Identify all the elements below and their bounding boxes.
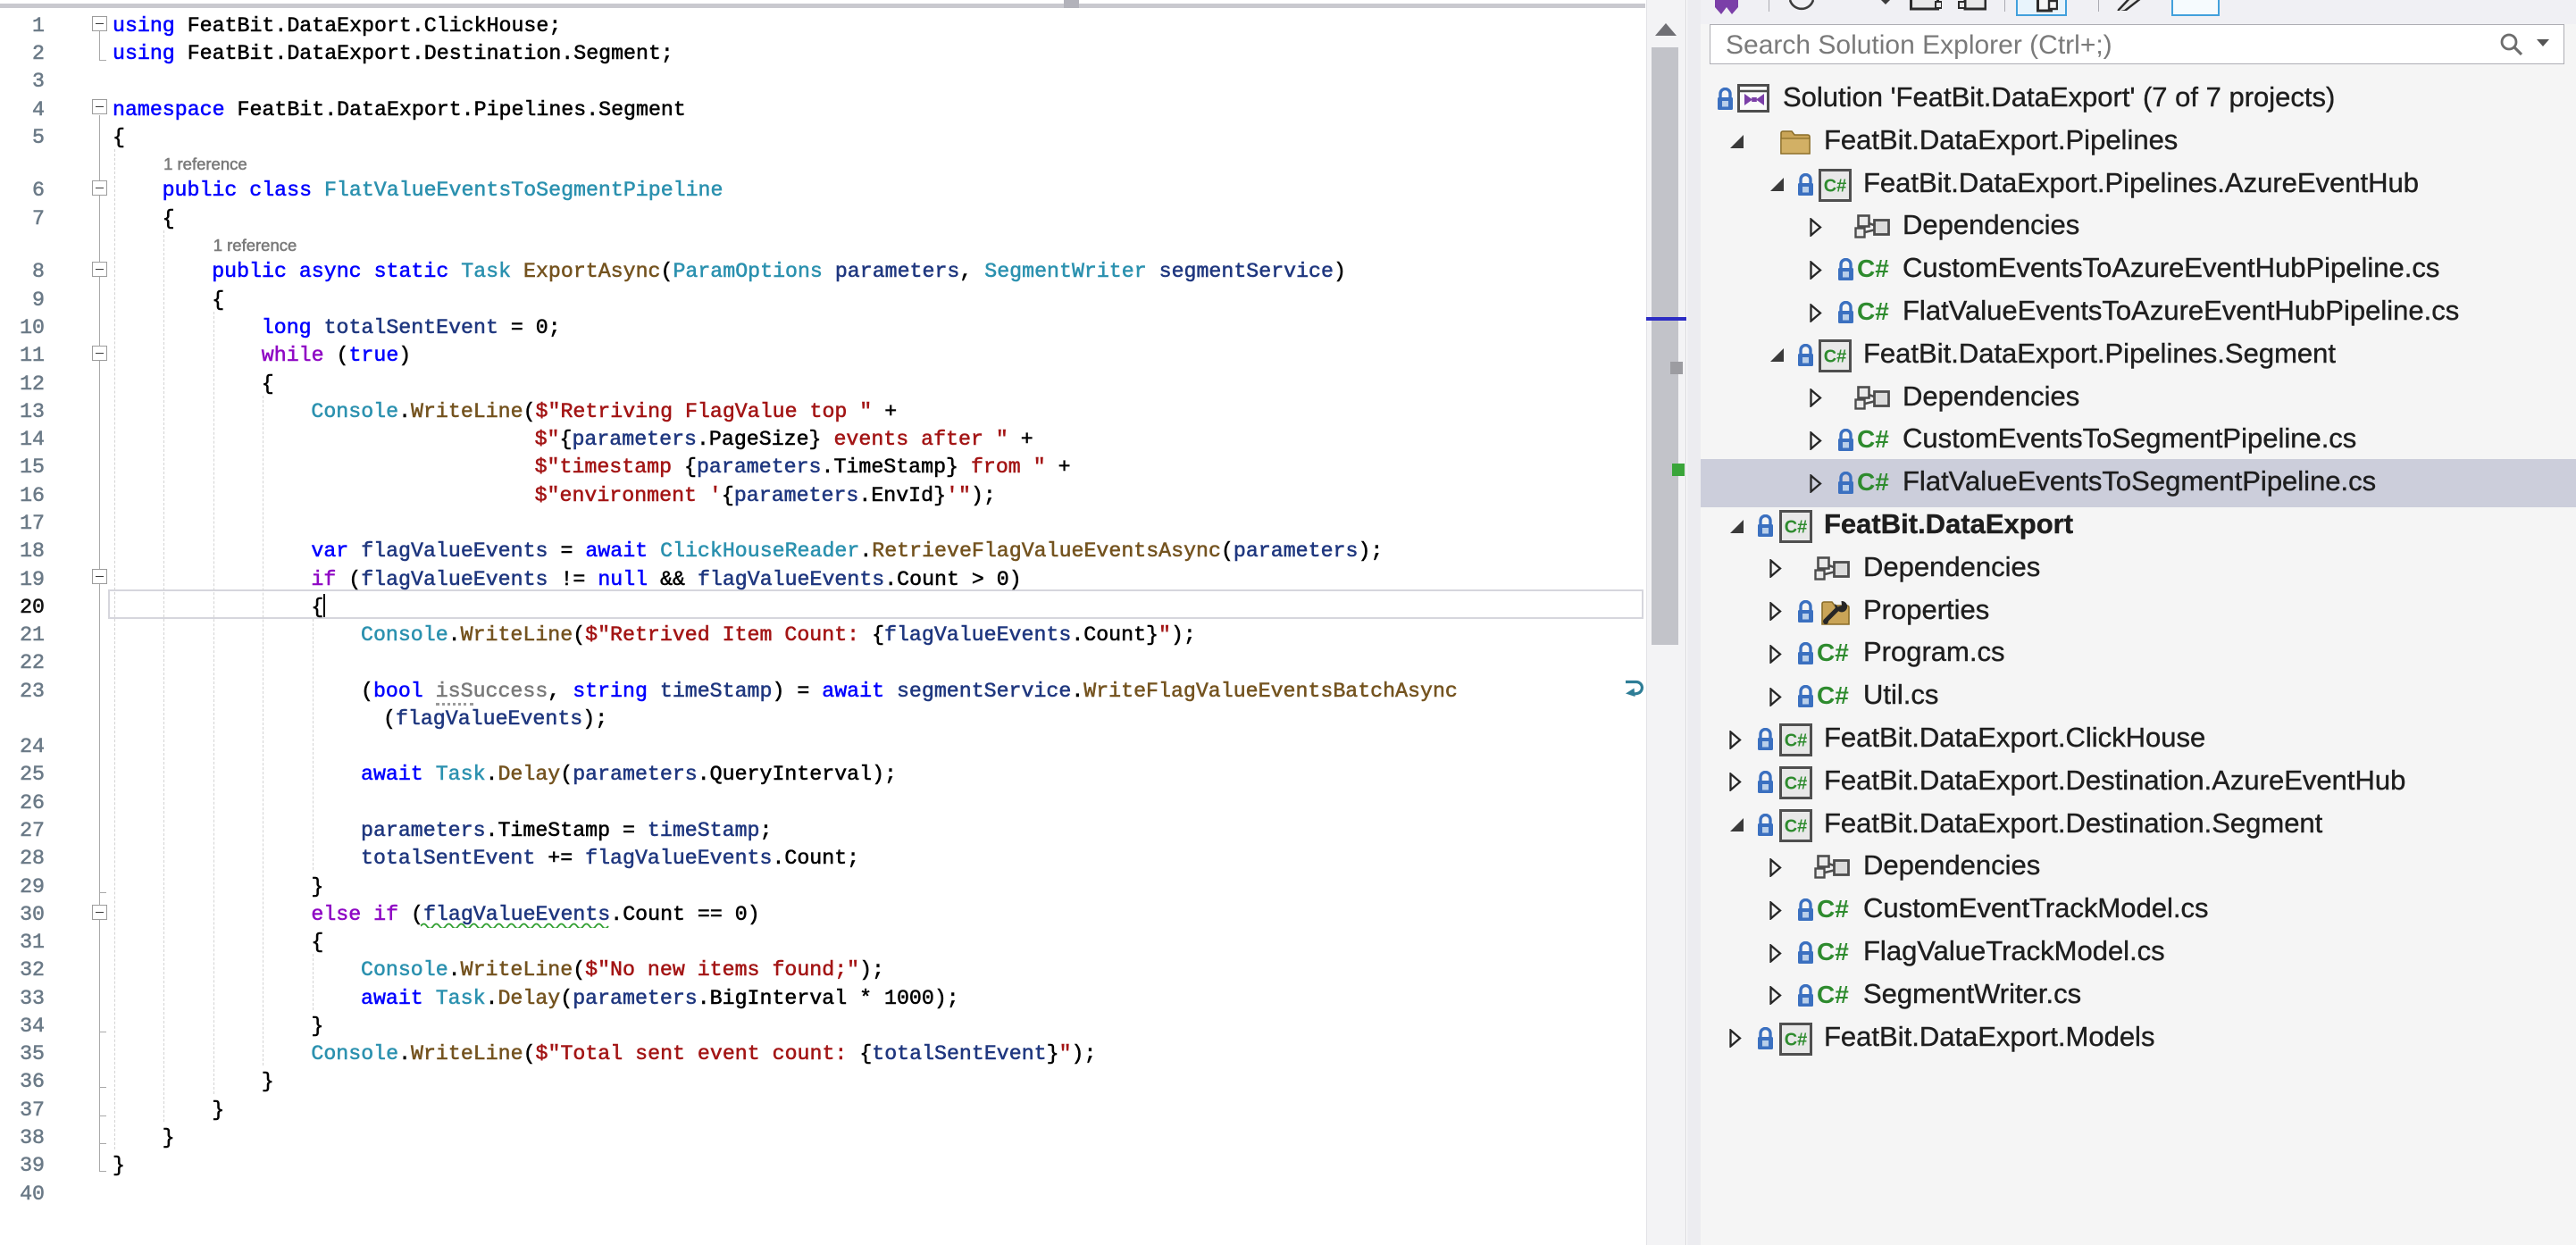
svg-text:C#: C# bbox=[1817, 898, 1849, 923]
svg-text:C#: C# bbox=[1857, 300, 1889, 325]
svg-text:C#: C# bbox=[1817, 983, 1849, 1008]
svg-text:C#: C# bbox=[1785, 731, 1808, 751]
svg-text:C#: C# bbox=[1857, 471, 1889, 496]
svg-text:C#: C# bbox=[1824, 176, 1847, 196]
svg-text:C#: C# bbox=[1785, 518, 1808, 538]
svg-text:C#: C# bbox=[1857, 257, 1889, 282]
svg-text:C#: C# bbox=[1785, 1030, 1808, 1049]
svg-text:C#: C# bbox=[1785, 773, 1808, 793]
svg-text:C#: C# bbox=[1817, 641, 1849, 666]
svg-text:C#: C# bbox=[1785, 816, 1808, 836]
svg-text:C#: C# bbox=[1857, 428, 1889, 453]
svg-text:C#: C# bbox=[1824, 347, 1847, 366]
svg-text:C#: C# bbox=[1817, 684, 1849, 709]
svg-text:C#: C# bbox=[1817, 940, 1849, 965]
